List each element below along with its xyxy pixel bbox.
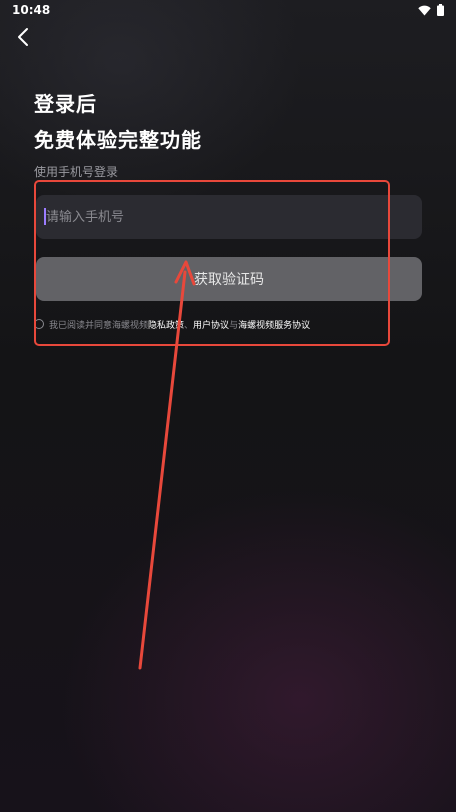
user-agreement-link[interactable]: 用户协议 [193,318,229,331]
headline-line2: 免费体验完整功能 [34,128,202,152]
agreement-prefix: 我已阅读并同意海螺视频 [49,320,149,331]
status-icons [418,4,444,16]
agreement-checkbox[interactable] [34,319,44,329]
text-caret [44,208,46,225]
wifi-icon [418,5,431,16]
get-code-button[interactable]: 获取验证码 [36,257,422,301]
battery-icon [437,4,444,16]
agreement-separator: 、 [184,320,194,331]
service-agreement-link[interactable]: 海螺视频服务协议 [238,318,310,331]
back-button[interactable] [10,26,36,52]
status-time: 10:48 [12,3,51,17]
status-bar: 10:48 [0,0,456,22]
login-method-label: 使用手机号登录 [34,165,119,179]
headline-line1: 登录后 [34,92,97,116]
privacy-policy-link[interactable]: 隐私政策 [148,318,184,331]
chevron-left-icon [16,27,30,51]
phone-input-container [36,195,422,239]
phone-input[interactable] [36,195,422,239]
annotation-arrow [138,260,196,670]
agreement-conjunction: 与 [229,320,239,331]
agreement-row: 我已阅读并同意海螺视频 隐私政策 、 用户协议 与 海螺视频服务协议 [34,316,310,332]
